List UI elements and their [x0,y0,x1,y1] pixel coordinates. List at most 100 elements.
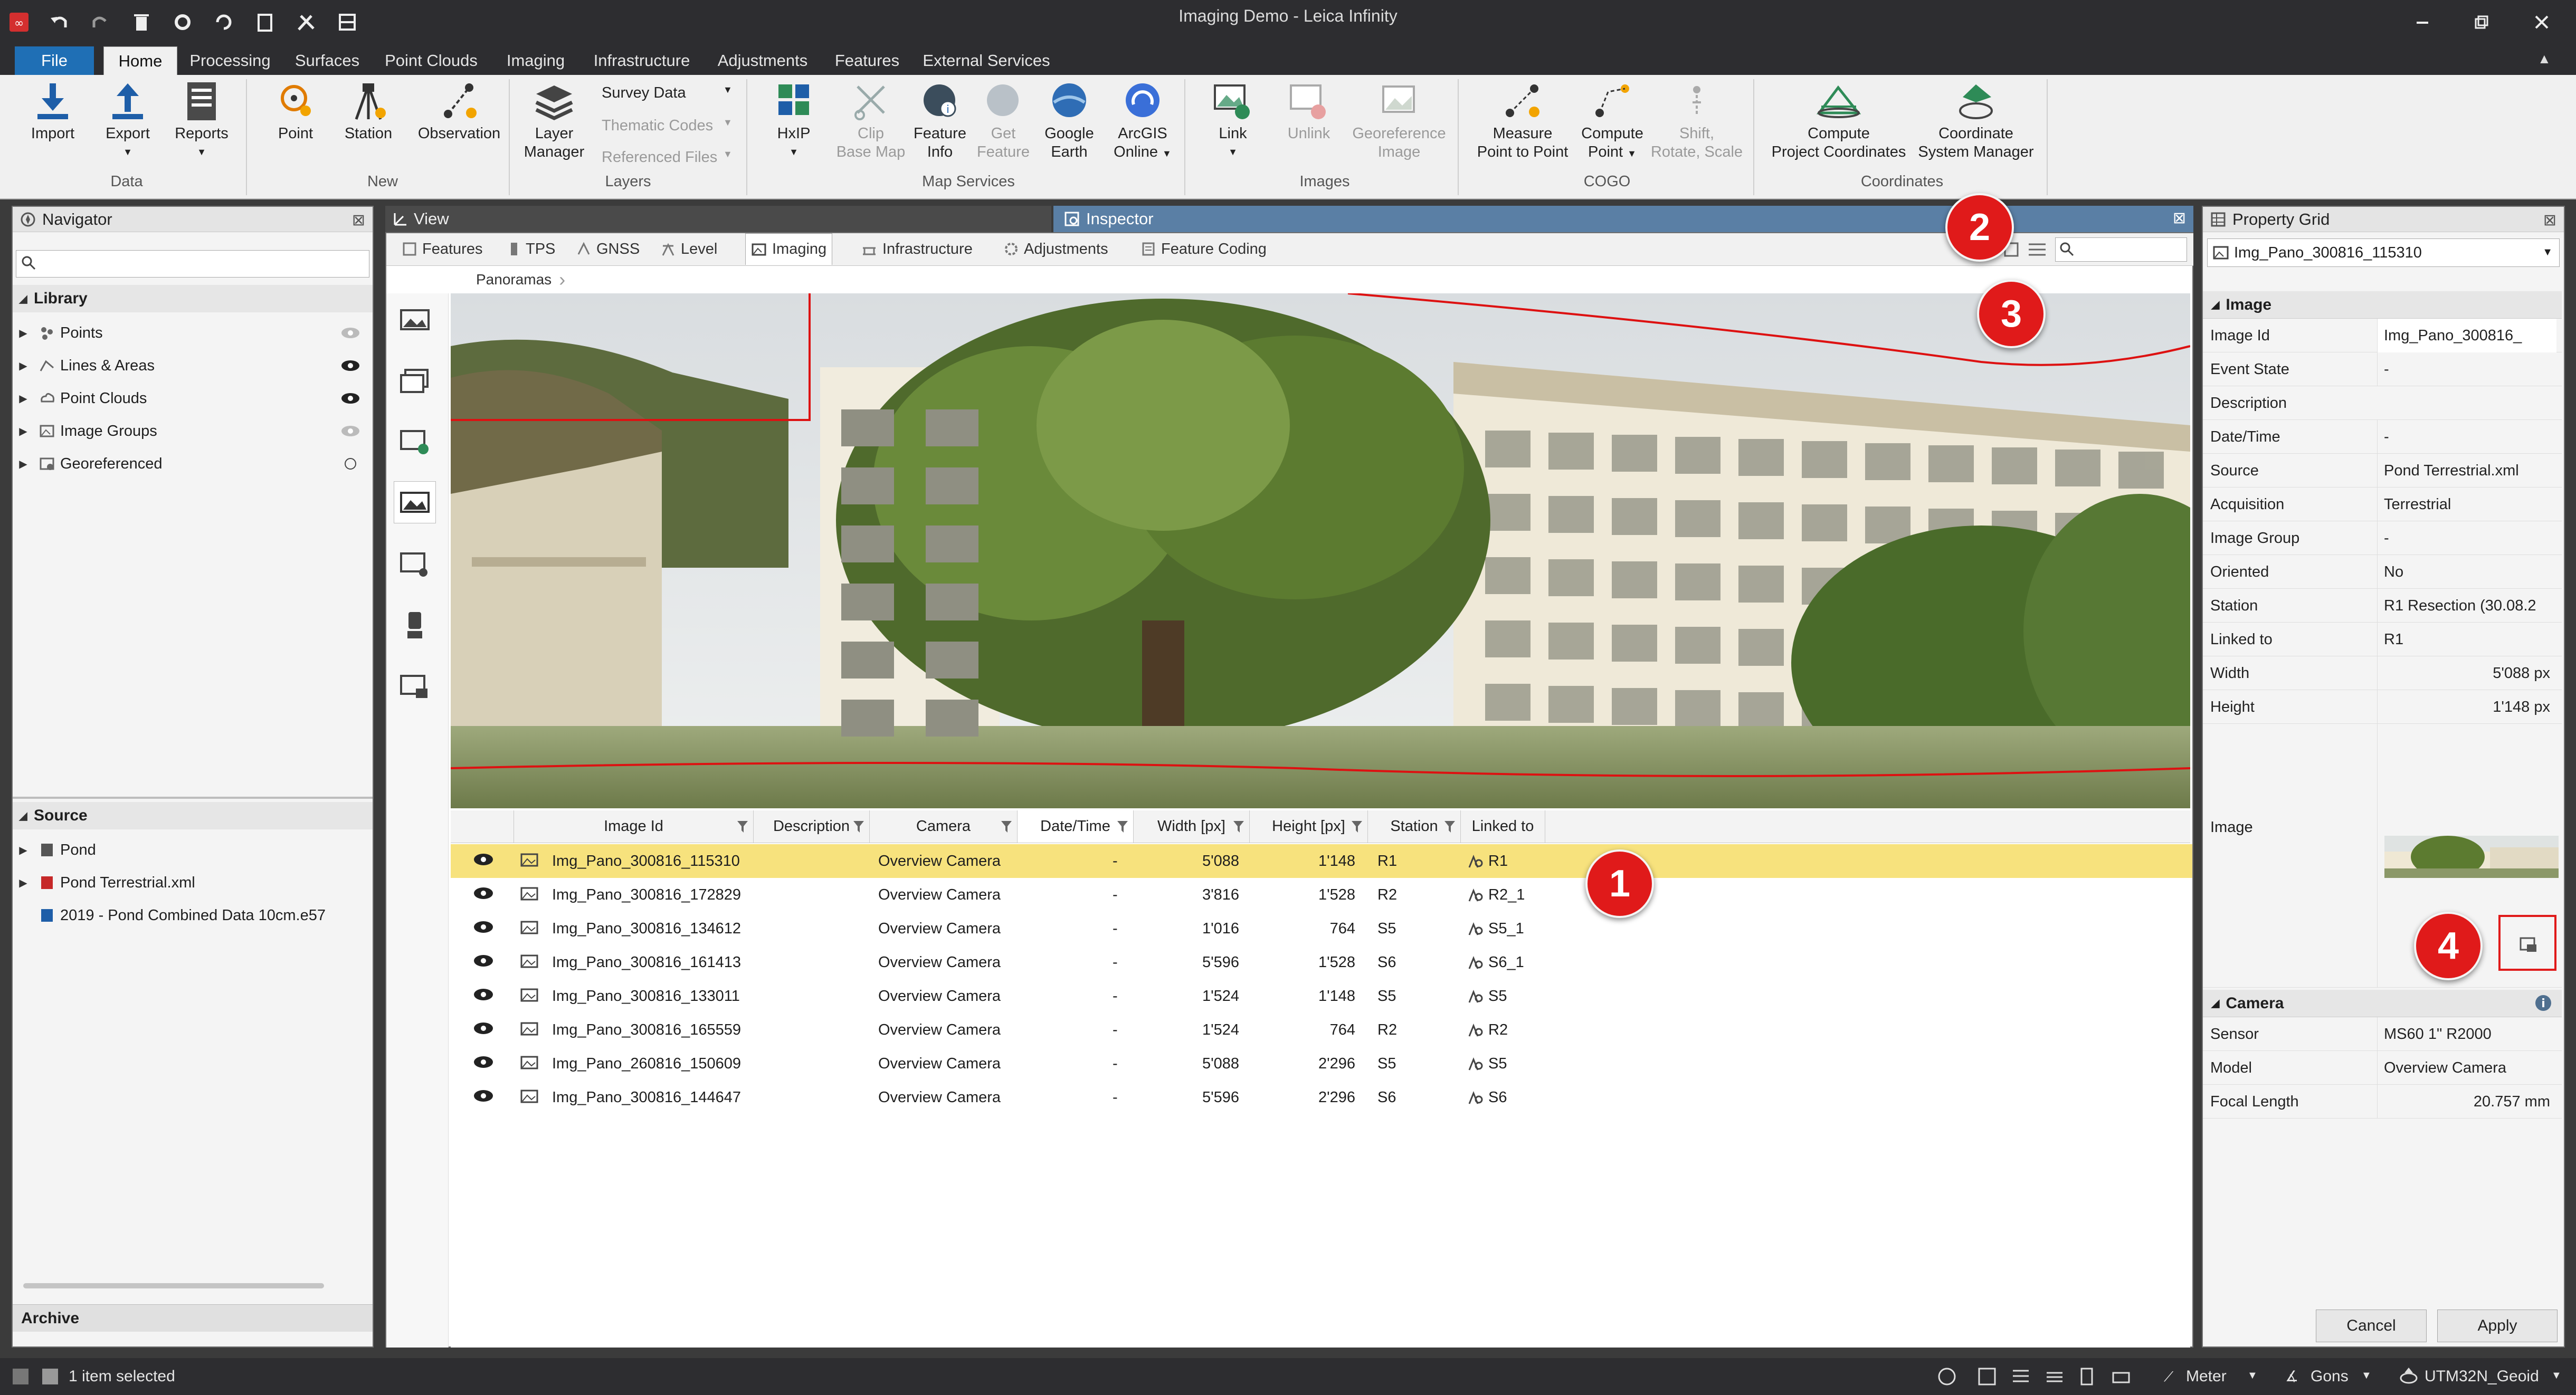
list-view-icon[interactable] [2028,242,2047,257]
layer-manager-button[interactable]: Layer Manager [517,80,591,161]
linked-image-icon[interactable] [394,421,436,463]
column-height[interactable]: Height [px] [1250,810,1368,843]
visibility-eye-icon[interactable] [472,987,503,1006]
tab-infrastructure[interactable]: Infrastructure [584,46,700,75]
tab-adjustments[interactable]: Adjustments [707,46,818,75]
coordinate-system-manager-button[interactable]: Coordinate System Manager [1913,80,2039,161]
property-row[interactable]: Date/Time - [2203,420,2562,454]
snap-icon[interactable] [1937,1367,1957,1387]
visibility-eye-icon[interactable] [472,1054,503,1073]
grid-mode-icon[interactable] [2011,1367,2031,1387]
angle-unit-dropdown[interactable]: Gons [2311,1368,2349,1386]
tab-features[interactable]: Features [828,46,907,75]
navigator-search-input[interactable] [16,250,369,278]
tab-gnss[interactable]: GNSS [571,233,645,265]
property-row[interactable]: Event State - [2203,352,2562,386]
visibility-eye-icon[interactable] [472,852,503,871]
image-section-header[interactable]: ◢ Image [2203,291,2562,319]
property-value[interactable]: Img_Pano_300816_ [2377,319,2556,352]
filter-icon[interactable] [1351,819,1363,834]
filter-icon[interactable] [1232,819,1245,834]
table-row[interactable]: Img_Pano_300816_133011 Overview Camera - 1'… [451,979,2192,1013]
compute-point-button[interactable]: Compute Point ▼ [1578,80,1647,163]
property-row[interactable]: Image Id Img_Pano_300816_ [2203,319,2562,352]
property-row[interactable]: Focal Length 20.757 mm [2203,1085,2562,1119]
property-row[interactable]: Model Overview Camera [2203,1051,2562,1085]
property-row[interactable]: Image Group - [2203,521,2562,555]
tab-imaging[interactable]: Imaging [496,46,575,75]
selected-object-dropdown[interactable]: Img_Pano_300816_115310 ▼ [2207,238,2560,267]
measure-point-to-point-button[interactable]: Measure Point to Point [1467,80,1578,161]
visibility-eye-icon[interactable] [340,326,361,340]
property-row[interactable]: Height 1'148 px [2203,690,2562,724]
property-row[interactable]: Station R1 Resection (30.08.2 [2203,589,2562,623]
property-row[interactable]: Sensor MS60 1" R2000 [2203,1017,2562,1051]
image-stack-icon[interactable] [394,360,436,402]
tab-external-services[interactable]: External Services [917,46,1056,75]
tree-item-pond-terrestrial[interactable]: ▶ Pond Terrestrial.xml [13,866,373,899]
reports-button[interactable]: Reports ▼ [170,80,233,161]
clip-base-map-button[interactable]: Clip Base Map [834,80,908,161]
property-value[interactable]: Pond Terrestrial.xml [2377,454,2556,488]
visibility-eye-icon[interactable] [472,953,503,972]
arcgis-online-button[interactable]: ArcGIS Online ▼ [1108,80,1177,163]
table-row[interactable]: Img_Pano_300816_144647 Overview Camera - 5'… [451,1081,2192,1114]
new-point-button[interactable]: Point [264,80,327,143]
shift-rotate-scale-button[interactable]: Shift, Rotate, Scale [1647,80,1747,161]
minimize-icon[interactable] [2407,7,2438,37]
visibility-eye-icon[interactable] [472,1020,503,1039]
inspector-search-input[interactable] [2055,237,2187,262]
property-value[interactable]: 20.757 mm [2377,1085,2556,1119]
new-observation-button[interactable]: Observation [417,80,501,143]
tab-infrastructure[interactable]: Infrastructure [856,233,978,265]
coordinate-system-dropdown[interactable]: UTM32N_Geoid [2425,1368,2539,1386]
column-description[interactable]: Description [754,810,870,843]
property-value[interactable]: No [2377,555,2556,589]
collapse-ribbon-icon[interactable]: ▲ [2537,51,2551,67]
property-row[interactable]: Acquisition Terrestrial [2203,488,2562,521]
tab-level[interactable]: Level [655,233,723,265]
layers-mode-icon[interactable] [2045,1367,2065,1387]
filter-icon[interactable] [1443,819,1456,834]
tab-processing[interactable]: Processing [184,46,277,75]
tab-imaging[interactable]: Imaging [745,233,833,265]
close-icon[interactable]: ⊠ [352,211,365,230]
table-row[interactable]: Img_Pano_300816_172829 Overview Camera - 3'… [451,878,2192,912]
apply-button[interactable]: Apply [2437,1310,2558,1342]
archive-section-header[interactable]: Archive [13,1304,373,1332]
unlink-button[interactable]: Unlink [1277,80,1341,143]
table-row[interactable]: Img_Pano_300816_134612 Overview Camera - 1'… [451,912,2192,945]
building-icon[interactable] [2078,1367,2098,1387]
property-row[interactable]: Description [2203,386,2562,420]
column-image-id[interactable]: Image Id [514,810,754,843]
library-section-header[interactable]: ◢ Library [13,285,373,312]
visibility-eye-icon[interactable] [340,359,361,372]
visibility-eye-icon[interactable] [472,885,503,904]
tree-item-points[interactable]: ▶ Points [13,317,373,349]
referenced-files-dropdown[interactable]: Referenced Files ▼ [602,149,733,166]
property-value[interactable]: 1'148 px [2377,690,2556,724]
close-icon[interactable]: ⊠ [2543,211,2556,230]
new-station-button[interactable]: Station [337,80,400,143]
feature-info-button[interactable]: i Feature Info [911,80,969,161]
visibility-eye-icon[interactable] [472,919,503,938]
breadcrumb-item-panoramas[interactable]: Panoramas [465,271,559,288]
visibility-circle-icon[interactable] [340,457,361,471]
distance-unit-dropdown[interactable]: Meter [2186,1368,2227,1386]
panorama-icon[interactable] [394,299,436,341]
property-row[interactable]: Linked to R1 [2203,623,2562,656]
property-value[interactable]: Terrestrial [2377,488,2556,521]
hxip-button[interactable]: HxIP ▼ [762,80,825,161]
property-value[interactable]: 5'088 px [2377,656,2556,690]
camera-tripod-icon[interactable] [394,605,436,647]
column-station[interactable]: Station [1368,810,1461,843]
property-row[interactable]: Oriented No [2203,555,2562,589]
table-row[interactable]: Img_Pano_300816_161413 Overview Camera - 5'… [451,945,2192,979]
tab-surfaces[interactable]: Surfaces [285,46,369,75]
filter-icon[interactable] [1116,819,1129,834]
open-image-button[interactable] [2498,915,2556,971]
panorama-image[interactable] [451,293,2190,808]
google-earth-button[interactable]: Google Earth [1038,80,1101,161]
property-row[interactable]: Width 5'088 px [2203,656,2562,690]
tree-item-pond-e57[interactable]: 2019 - Pond Combined Data 10cm.e57 [13,899,373,932]
